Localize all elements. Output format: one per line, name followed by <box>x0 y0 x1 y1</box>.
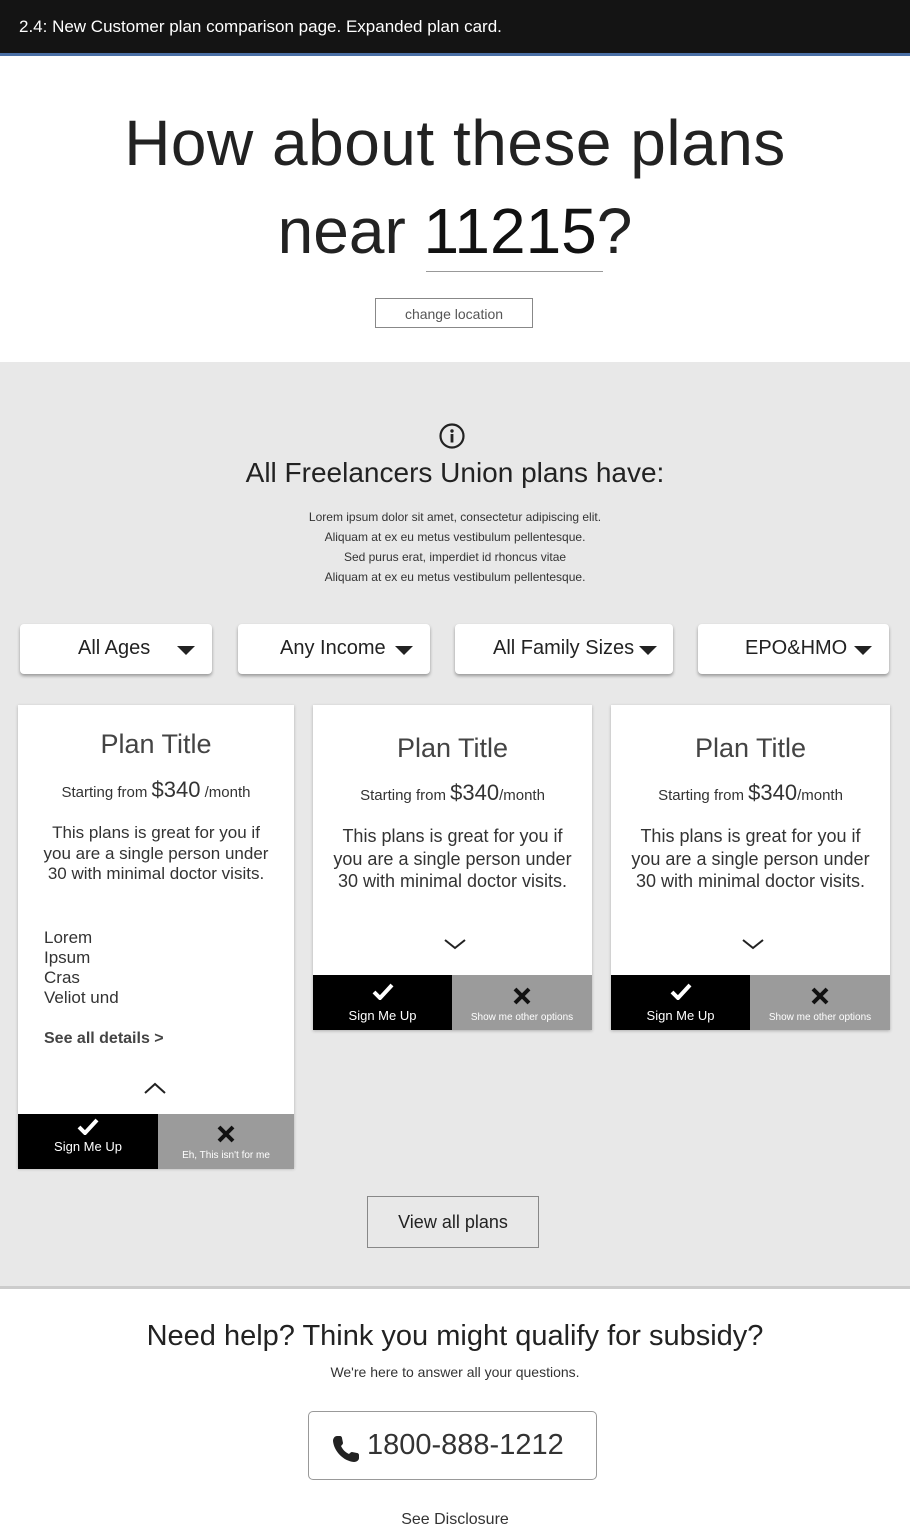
plan-card: Plan Title Starting from $340/month This… <box>313 705 592 1030</box>
feature-item: Ipsum <box>44 948 91 967</box>
close-icon <box>217 1125 235 1143</box>
plan-price: Starting from $340 /month <box>18 777 294 803</box>
show-other-options-button[interactable]: Show me other options <box>750 975 890 1030</box>
view-all-plans-button[interactable]: View all plans <box>367 1196 539 1248</box>
close-icon <box>513 987 531 1005</box>
plan-title: Plan Title <box>396 733 509 763</box>
change-location-button[interactable]: change location <box>375 298 533 328</box>
filter-label: EPO&HMO <box>745 637 848 659</box>
chevron-down-icon[interactable] <box>444 938 466 950</box>
checkmark-icon <box>670 983 692 1000</box>
see-all-details-link[interactable]: See all details > <box>44 1030 164 1048</box>
hero-near-text: near <box>277 195 424 267</box>
sign-me-up-button[interactable]: Sign Me Up <box>18 1114 158 1169</box>
price-amount: $340 <box>151 777 201 802</box>
benefits-title: All Freelancers Union plans have: <box>245 457 665 488</box>
price-prefix: Starting from <box>360 787 451 804</box>
plan-description: This plans is great for you if you are a… <box>333 826 572 891</box>
plan-price: Starting from $340/month <box>313 780 592 806</box>
phone-icon <box>333 1436 359 1462</box>
feature-item: Cras <box>44 968 80 987</box>
help-title: Need help? Think you might qualify for s… <box>146 1320 764 1352</box>
filter-family-size-dropdown[interactable]: All Family Sizes <box>455 624 673 674</box>
price-prefix: Starting from <box>658 787 749 804</box>
checkmark-icon <box>372 983 394 1000</box>
close-icon <box>811 987 829 1005</box>
price-amount: $340 <box>450 780 500 805</box>
plan-card-expanded: Plan Title Starting from $340 /month Thi… <box>18 705 294 1169</box>
caption-bar: 2.4: New Customer plan comparison page. … <box>0 0 910 56</box>
plan-description: This plans is great for you if you are a… <box>43 823 269 883</box>
checkmark-icon <box>77 1118 99 1135</box>
price-suffix: /month <box>499 787 545 804</box>
decline-label: Show me other options <box>768 1012 872 1023</box>
chevron-down-icon <box>395 646 413 655</box>
filter-label: Any Income <box>280 637 386 659</box>
plan-price: Starting from $340/month <box>611 780 890 806</box>
price-prefix: Starting from <box>61 784 152 801</box>
benefit-line: Sed purus erat, imperdiet id rhoncus vit… <box>343 550 567 564</box>
chevron-up-icon[interactable] <box>144 1082 166 1094</box>
see-disclosure-link[interactable]: See Disclosure <box>0 1511 910 1529</box>
chevron-down-icon <box>177 646 195 655</box>
phone-button[interactable]: 1800-888-1212 <box>308 1411 597 1480</box>
price-suffix: /month <box>200 784 251 801</box>
sign-up-label: Sign Me Up <box>54 1139 122 1154</box>
filter-income-dropdown[interactable]: Any Income <box>238 624 430 674</box>
price-amount: $340 <box>748 780 798 805</box>
filter-label: All Ages <box>78 637 151 659</box>
hero-title-line1: How about these plans <box>124 107 786 179</box>
help-subtitle: We're here to answer all your questions. <box>330 1364 580 1380</box>
plan-title: Plan Title <box>100 729 212 759</box>
plan-description: This plans is great for you if you are a… <box>631 826 870 891</box>
plan-features-list: Lorem Ipsum Cras Veliot und <box>44 928 119 1008</box>
filter-label: All Family Sizes <box>493 637 635 659</box>
sign-up-label: Sign Me Up <box>646 1008 715 1023</box>
sign-me-up-button[interactable]: Sign Me Up <box>611 975 750 1030</box>
feature-item: Lorem <box>44 928 93 947</box>
benefit-line: Lorem ipsum dolor sit amet, consectetur … <box>308 510 602 524</box>
chevron-down-icon <box>854 646 872 655</box>
price-suffix: /month <box>797 787 843 804</box>
chevron-down-icon[interactable] <box>742 938 764 950</box>
decline-label: Show me other options <box>470 1012 574 1023</box>
benefit-line: Aliquam at ex eu metus vestibulum pellen… <box>324 570 586 584</box>
plan-card: Plan Title Starting from $340/month This… <box>611 705 890 1030</box>
decline-plan-button[interactable]: Eh, This isn't for me <box>158 1114 294 1169</box>
show-other-options-button[interactable]: Show me other options <box>452 975 592 1030</box>
phone-number: 1800-888-1212 <box>367 1429 564 1461</box>
hero-title-line2: near 11215? <box>0 191 910 271</box>
chevron-down-icon <box>639 646 657 655</box>
caption-text: 2.4: New Customer plan comparison page. … <box>19 17 502 36</box>
benefits-list: Lorem ipsum dolor sit amet, consectetur … <box>0 507 910 587</box>
filter-ages-dropdown[interactable]: All Ages <box>20 624 212 674</box>
hero-question-mark: ? <box>596 195 633 267</box>
decline-label: Eh, This isn't for me <box>182 1150 270 1161</box>
info-icon <box>439 423 465 449</box>
benefit-line: Aliquam at ex eu metus vestibulum pellen… <box>324 530 586 544</box>
sign-up-label: Sign Me Up <box>348 1008 417 1023</box>
filter-plan-type-dropdown[interactable]: EPO&HMO <box>698 624 889 674</box>
zip-underline <box>426 271 603 272</box>
zip-code: 11215 <box>423 195 597 267</box>
feature-item: Veliot und <box>44 988 119 1007</box>
plan-title: Plan Title <box>694 733 807 763</box>
sign-me-up-button[interactable]: Sign Me Up <box>313 975 452 1030</box>
